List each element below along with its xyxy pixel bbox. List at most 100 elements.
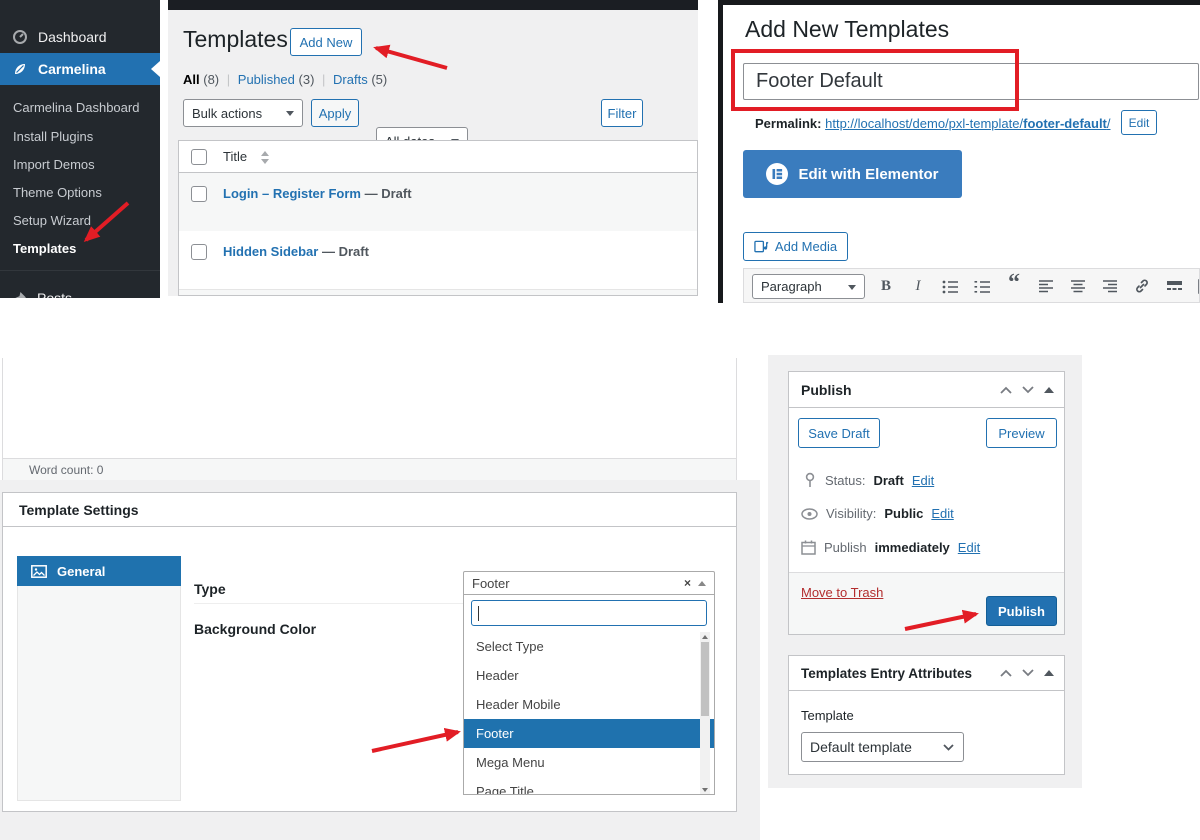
move-down-icon[interactable]	[1022, 386, 1034, 394]
status-label: Status:	[825, 473, 865, 488]
template-title-link[interactable]: Login – Register Form	[223, 186, 361, 201]
post-status-pin-icon	[803, 472, 817, 488]
select2-search-input[interactable]	[471, 600, 707, 626]
template-select-value: Default template	[810, 739, 912, 755]
scrollbar-thumb[interactable]	[701, 642, 709, 716]
select2-option[interactable]: Header	[464, 661, 700, 690]
edit-status-link[interactable]: Edit	[912, 473, 934, 488]
metabox-header: Templates Entry Attributes	[789, 656, 1064, 691]
dropdown-scrollbar[interactable]	[700, 632, 710, 795]
filter-button[interactable]: Filter	[601, 99, 643, 127]
edit-schedule-link[interactable]: Edit	[958, 540, 980, 555]
row-title-cell: Hidden Sidebar — Draft	[223, 244, 369, 259]
bold-icon[interactable]: B	[874, 274, 898, 298]
select-all-checkbox[interactable]	[191, 149, 207, 165]
preview-button[interactable]: Preview	[986, 418, 1057, 448]
paragraph-style-select[interactable]: Paragraph	[752, 274, 865, 299]
edit-permalink-button[interactable]: Edit	[1121, 110, 1157, 135]
view-published-link[interactable]: Published	[238, 72, 295, 87]
add-new-button[interactable]: Add New	[290, 28, 362, 56]
sidebar-item-theme-options[interactable]: Theme Options	[0, 185, 160, 200]
calendar-icon	[801, 540, 816, 555]
table-row: Hidden Sidebar — Draft	[179, 231, 698, 289]
permalink-slug: footer-default	[1023, 116, 1107, 131]
permalink-base: http://localhost/demo/pxl-template/	[825, 116, 1023, 131]
sidebar-item-templates[interactable]: Templates	[0, 241, 160, 256]
schedule-label: Publish	[824, 540, 867, 555]
permalink-trailing: /	[1107, 116, 1111, 131]
table-row: Login – Register Form — Draft	[179, 173, 698, 231]
sidebar-item-import-demos[interactable]: Import Demos	[0, 157, 160, 172]
align-right-icon[interactable]	[1098, 274, 1122, 298]
scroll-up-icon[interactable]	[702, 635, 708, 639]
link-icon[interactable]	[1130, 274, 1154, 298]
schedule-row: Publish immediately Edit	[801, 540, 980, 555]
metabox-header: Publish	[789, 372, 1064, 408]
pushpin-icon	[12, 291, 27, 299]
template-select[interactable]: Default template	[801, 732, 964, 762]
type-field-label: Type	[194, 581, 226, 597]
view-drafts-count: (5)	[371, 72, 387, 87]
view-all-count: (8)	[203, 72, 219, 87]
italic-icon[interactable]: I	[906, 274, 930, 298]
scroll-down-icon[interactable]	[702, 788, 708, 792]
permalink-link[interactable]: http://localhost/demo/pxl-template/foote…	[825, 116, 1110, 131]
add-media-button[interactable]: Add Media	[743, 232, 848, 261]
table-grid-icon[interactable]	[1194, 274, 1200, 298]
select2-clear-icon[interactable]: ×	[684, 576, 691, 590]
image-icon	[31, 565, 47, 578]
editor-bottom-area: Word count: 0	[2, 358, 737, 480]
view-separator: |	[223, 72, 234, 87]
align-center-icon[interactable]	[1066, 274, 1090, 298]
metabox-title: Template Settings	[19, 502, 139, 518]
sidebar-item-label: Dashboard	[38, 29, 107, 45]
numbered-list-icon[interactable]	[970, 274, 994, 298]
add-media-label: Add Media	[775, 239, 837, 254]
save-draft-button[interactable]: Save Draft	[798, 418, 880, 448]
collapse-toggle-icon[interactable]	[1044, 670, 1054, 676]
title-column-header[interactable]: Title	[223, 149, 247, 164]
apply-button[interactable]: Apply	[311, 99, 359, 127]
type-select2-selection[interactable]: Footer ×	[463, 571, 715, 595]
major-publishing-actions: Move to Trash Publish	[789, 572, 1064, 634]
admin-sidebar: Dashboard Carmelina Carmelina Dashboard …	[0, 0, 160, 298]
sidebar-item-carmelina-dashboard[interactable]: Carmelina Dashboard	[0, 100, 160, 115]
select2-option[interactable]: Page Title	[464, 777, 700, 795]
sidebar-item-install-plugins[interactable]: Install Plugins	[0, 129, 160, 144]
visibility-row: Visibility: Public Edit	[801, 506, 954, 521]
select2-option-highlighted[interactable]: Footer	[464, 719, 714, 748]
sidebar-item-setup-wizard[interactable]: Setup Wizard	[0, 213, 160, 228]
move-to-trash-link[interactable]: Move to Trash	[801, 585, 883, 600]
tab-general[interactable]: General	[17, 556, 181, 586]
move-up-icon[interactable]	[1000, 669, 1012, 677]
move-down-icon[interactable]	[1022, 669, 1034, 677]
visibility-value: Public	[884, 506, 923, 521]
row-checkbox[interactable]	[191, 186, 207, 202]
sidebar-item-dashboard[interactable]: Dashboard	[0, 20, 160, 54]
collapse-toggle-icon[interactable]	[1044, 387, 1054, 393]
sidebar-item-label: Carmelina	[38, 61, 106, 77]
move-up-icon[interactable]	[1000, 386, 1012, 394]
select2-option[interactable]: Mega Menu	[464, 748, 700, 777]
status-value: Draft	[873, 473, 903, 488]
view-drafts-link[interactable]: Drafts	[333, 72, 368, 87]
blockquote-icon[interactable]: “	[1002, 271, 1026, 295]
template-settings-area: Template Settings General Type Backgroun…	[0, 480, 760, 840]
select2-option[interactable]: Select Type	[464, 632, 700, 661]
template-title-link[interactable]: Hidden Sidebar	[223, 244, 318, 259]
sidebar-item-posts[interactable]: Posts	[0, 281, 160, 298]
bulk-actions-select[interactable]: Bulk actions	[183, 99, 303, 127]
align-left-icon[interactable]	[1034, 274, 1058, 298]
view-all-link[interactable]: All	[183, 72, 200, 87]
edit-with-elementor-button[interactable]: Edit with Elementor	[743, 150, 962, 198]
word-count-label: Word count: 0	[29, 463, 103, 477]
select2-option[interactable]: Header Mobile	[464, 690, 700, 719]
bullet-list-icon[interactable]	[938, 274, 962, 298]
read-more-tag-icon[interactable]	[1162, 274, 1186, 298]
edit-visibility-link[interactable]: Edit	[931, 506, 953, 521]
row-checkbox[interactable]	[191, 244, 207, 260]
sidebar-item-carmelina[interactable]: Carmelina	[0, 53, 160, 85]
post-state: — Draft	[365, 186, 412, 201]
template-field-label: Template	[801, 708, 854, 723]
publish-button[interactable]: Publish	[986, 596, 1057, 626]
